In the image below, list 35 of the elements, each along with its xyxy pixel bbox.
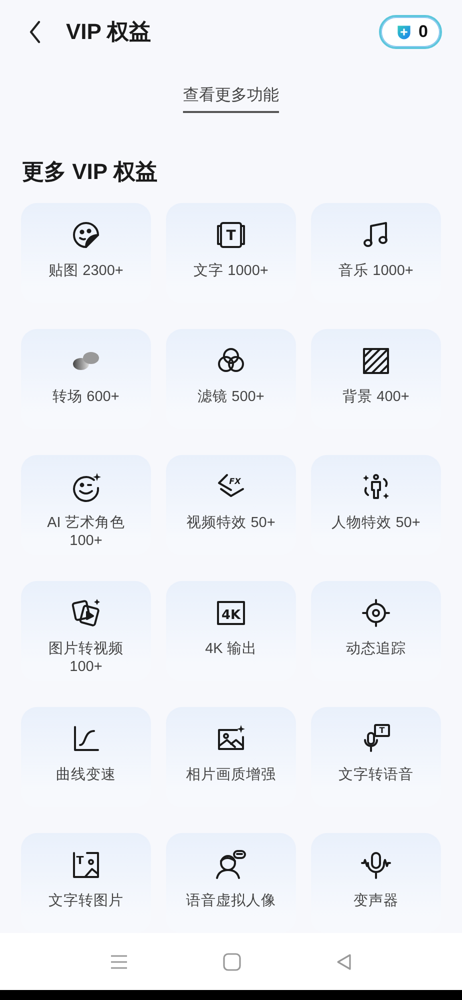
home-icon[interactable] (223, 952, 241, 971)
back-icon[interactable] (28, 20, 42, 44)
feature-label: 动态追踪 (346, 640, 406, 658)
feature-label: 转场 600+ (52, 388, 120, 406)
feature-label: 语音虚拟人像 (186, 892, 276, 910)
coin-badge[interactable]: 0 (378, 14, 442, 49)
menu-icon[interactable] (110, 954, 128, 970)
smiley-sparkle-icon (70, 471, 102, 504)
feature-label: 文字转语音 (338, 766, 414, 784)
feature-label: 视频特效 50+ (186, 514, 276, 532)
feature-card[interactable]: 变声器 (311, 833, 441, 934)
feature-label: 人物特效 50+ (332, 514, 420, 532)
feature-label: 文字 1000+ (194, 262, 268, 280)
section-title: 更多 VIP 权益 (21, 158, 158, 186)
feature-card[interactable]: 语音虚拟人像 (166, 833, 296, 934)
more-features-link[interactable]: 查看更多功能 (183, 84, 279, 113)
feature-label: 背景 400+ (342, 388, 410, 406)
feature-label: 4K 输出 (205, 640, 257, 658)
target-icon (360, 597, 392, 630)
feature-card[interactable]: T 文字转图片 (21, 833, 151, 934)
feature-label: AI 艺术角色 100+ (46, 514, 126, 550)
feature-label: 音乐 1000+ (338, 262, 414, 280)
feature-label: 文字转图片 (48, 892, 124, 910)
feature-label: 滤镜 500+ (198, 388, 264, 406)
shield-icon (394, 22, 413, 41)
photos-play-icon (70, 597, 102, 630)
feature-label: 曲线变速 (56, 766, 116, 784)
page-title: VIP 权益 (66, 18, 152, 46)
feature-label: 贴图 2300+ (48, 262, 124, 280)
feature-label: 图片转视频 100+ (48, 640, 124, 676)
microphone-wave-icon (360, 849, 392, 882)
avatar-speech-icon (215, 849, 247, 882)
feature-label: 相片画质增强 (186, 766, 276, 784)
back-triangle-icon[interactable] (336, 952, 352, 971)
feature-label: 变声器 (354, 892, 398, 910)
